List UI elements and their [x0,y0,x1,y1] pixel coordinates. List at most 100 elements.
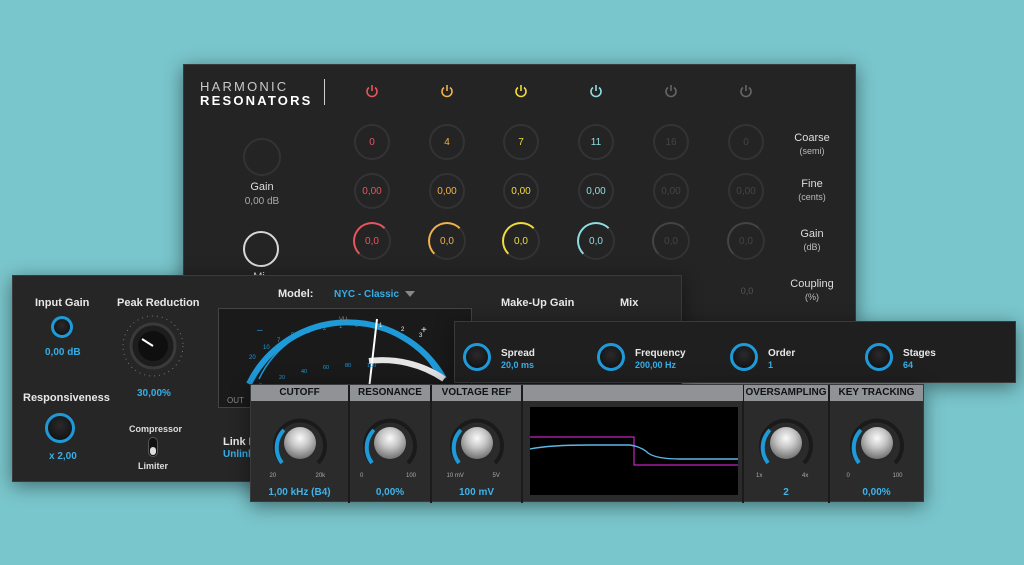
model-select[interactable]: NYC - Classic [334,289,399,300]
phaser-knob[interactable] [597,343,625,371]
fine-knob[interactable]: 0,00 [728,173,764,209]
compressor-mode-label: Compressor [129,424,183,434]
phaser-param-label: Spread [501,348,535,359]
band-power-icon[interactable] [365,84,379,98]
phaser-param-label: Frequency [635,348,686,359]
input-gain-label: Input Gain [35,297,90,309]
band-power-icon[interactable] [514,84,528,98]
title-divider [324,79,325,105]
phaser-param-label: Order [768,348,796,359]
phaser-panel: Spread 20,0 ms Frequency 200,00 Hz Order… [454,321,1016,383]
fine-knob[interactable]: 0,00 [503,173,539,209]
chevron-down-icon[interactable] [405,291,415,297]
svg-text:–: – [257,325,263,336]
coarse-knob[interactable]: 11 [578,124,614,160]
band-gain-knob[interactable]: 0,0 [652,222,690,260]
responsiveness-knob[interactable] [45,413,75,443]
vu-percent-label: 40 [301,369,307,375]
filter-section-header: VOLTAGE REF [432,385,521,401]
fine-value: 0,00 [586,185,606,197]
comp-limit-toggle[interactable] [148,437,158,457]
mix-label: Mix [620,297,639,309]
vu-scale-label: 20 [249,355,256,361]
knob-max-label: 4x [802,473,809,479]
band-gain-knob[interactable]: 0,0 [502,222,540,260]
band-power-icon[interactable] [664,84,678,98]
filter-knob[interactable] [770,427,802,459]
section-divider [521,385,523,503]
model-label: Model: [278,288,314,300]
filter-knob[interactable] [374,427,406,459]
fine-value: 0,00 [511,185,531,197]
filter-value: 0,00% [862,487,891,498]
mix-knob[interactable] [243,231,279,267]
band-gain-knob[interactable]: 0,0 [727,222,765,260]
filter-value: 2 [783,487,789,498]
phaser-param-value: 20,0 ms [501,360,535,370]
vu-percent-label: 80 [345,363,351,369]
makeup-gain-label: Make-Up Gain [501,297,575,309]
section-divider [430,385,432,503]
band-gain-knob[interactable]: 0,0 [577,222,615,260]
phaser-param-label: Stages [903,348,936,359]
knob-min-label: 1x [756,473,763,479]
section-divider [348,385,350,503]
phaser-knob[interactable] [865,343,893,371]
section-divider [742,385,744,503]
filter-knob[interactable] [860,427,893,459]
band-power-icon[interactable] [589,84,603,98]
band-gain-value: 0,0 [514,235,528,247]
fine-knob[interactable]: 0,00 [429,173,465,209]
input-gain-value: 0,00 dB [45,347,81,358]
scope-header [523,385,743,401]
peak-reduction-value: 30,00% [137,388,171,399]
filter-knob[interactable] [460,427,493,459]
coarse-row-label: Coarse (semi) [794,132,830,156]
phaser-knob[interactable] [463,343,491,371]
main-gain-knob[interactable] [243,138,281,176]
input-gain-knob[interactable] [51,316,73,338]
link-value[interactable]: Unlink [223,449,254,460]
coarse-value: 0 [369,136,375,148]
knob-min-label: 20 [269,473,277,479]
phaser-knob[interactable] [730,343,758,371]
coarse-knob[interactable]: 0 [728,124,764,160]
filter-knob[interactable] [283,427,316,459]
filter-section-header: OVERSAMPLING [744,385,828,401]
band-power-icon[interactable] [440,84,454,98]
main-gain-value: 0,00 dB [244,196,280,207]
plugin-title-line1: HARMONIC [200,79,289,94]
main-gain-label: Gain [250,181,274,193]
knob-min-label: 0 [846,473,850,479]
coarse-knob[interactable]: 4 [429,124,465,160]
fine-knob[interactable]: 0,00 [354,173,390,209]
coarse-knob[interactable]: 7 [503,124,539,160]
band-gain-knob[interactable]: 0,0 [353,222,391,260]
filter-value: 1,00 kHz (B4) [268,487,331,498]
fine-knob[interactable]: 0,00 [653,173,689,209]
peak-reduction-knob[interactable] [118,311,188,381]
coarse-value: 0 [743,136,749,148]
band-gain-value: 0,0 [365,235,379,247]
section-divider [828,385,830,503]
vu-scale-label: 10 [263,345,270,351]
scope-graph [529,436,738,466]
phaser-param-value: 64 [903,360,914,370]
vu-percent-label: 20 [279,375,285,381]
plugin-title-line2: RESONATORS [200,93,313,108]
fine-knob[interactable]: 0,00 [578,173,614,209]
knob-max-label: 20k [315,473,326,479]
fine-value: 0,00 [437,185,457,197]
band-power-icon[interactable] [739,84,753,98]
coarse-knob[interactable]: 0 [354,124,390,160]
band-gain-knob[interactable]: 0,0 [428,222,466,260]
filter-value: 0,00% [375,487,405,498]
band-gain-value: 0,0 [440,235,454,247]
coarse-value: 7 [518,136,524,148]
filter-value: 100 mV [458,487,495,498]
vu-scale-label: 2 [401,327,405,333]
vu-percent-label: 100 [367,363,376,369]
vu-label: VU [339,317,347,323]
coarse-knob[interactable]: 16 [653,124,689,160]
coarse-value: 4 [444,136,450,148]
